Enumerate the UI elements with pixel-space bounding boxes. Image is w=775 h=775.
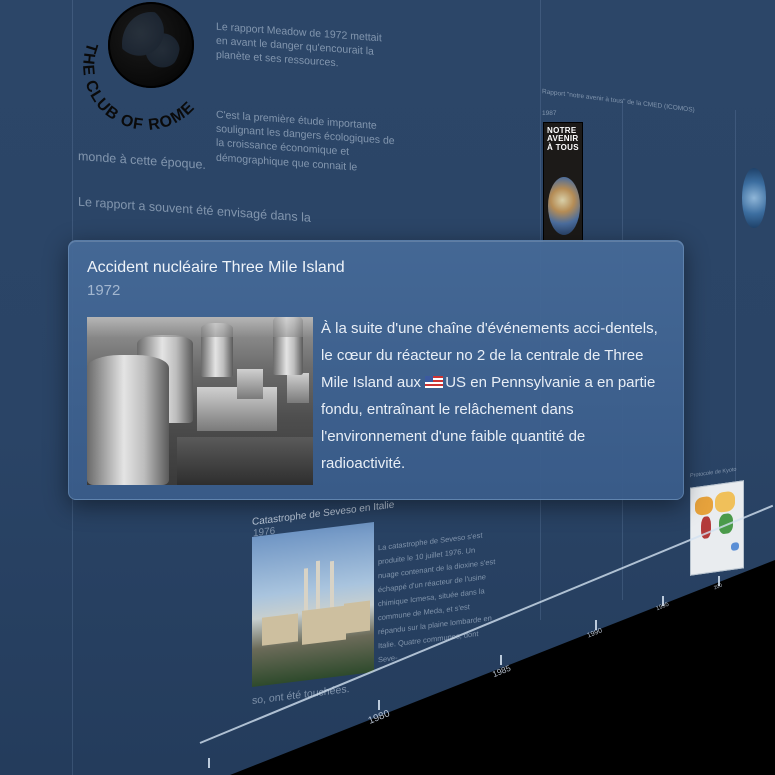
- timeline-scene: THE CLUB OF ROME Le rapport Meadow de 19…: [0, 0, 775, 775]
- club-of-rome-paragraph-3: Le rapport a souvent été envisagé dans l…: [78, 194, 311, 225]
- globe-image: [742, 168, 766, 228]
- event-popup-card[interactable]: Accident nucléaire Three Mile Island 197…: [68, 240, 684, 500]
- club-of-rome-logo: THE CLUB OF ROME: [78, 2, 208, 142]
- timeline-tick: [378, 700, 380, 710]
- cmed-report-year: 1987: [542, 110, 557, 117]
- timeline-tick: [500, 655, 502, 665]
- notre-avenir-book-cover: NOTRE AVENIR À TOUS: [543, 122, 583, 242]
- three-mile-island-photo: [87, 317, 313, 485]
- earth-image: [548, 177, 580, 235]
- popup-title: Accident nucléaire Three Mile Island: [87, 259, 345, 276]
- book-cover-title: NOTRE AVENIR À TOUS: [547, 126, 579, 152]
- seveso-description: La catastrophe de Seveso s'est produite …: [378, 530, 496, 665]
- popup-description: À la suite d'une chaîne d'événements acc…: [321, 315, 669, 477]
- logo-arc-text: THE CLUB OF ROME: [79, 41, 198, 134]
- timeline-tick: [208, 758, 210, 768]
- us-flag-icon: [425, 376, 444, 388]
- svg-text:THE CLUB OF ROME: THE CLUB OF ROME: [79, 41, 198, 134]
- protocol-title: Protocole de Kyoto: [690, 466, 737, 480]
- seveso-factory-photo: [252, 522, 374, 687]
- club-of-rome-paragraph-1: Le rapport Meadow de 1972 mettait en ava…: [216, 20, 382, 70]
- popup-year: 1972: [87, 282, 121, 299]
